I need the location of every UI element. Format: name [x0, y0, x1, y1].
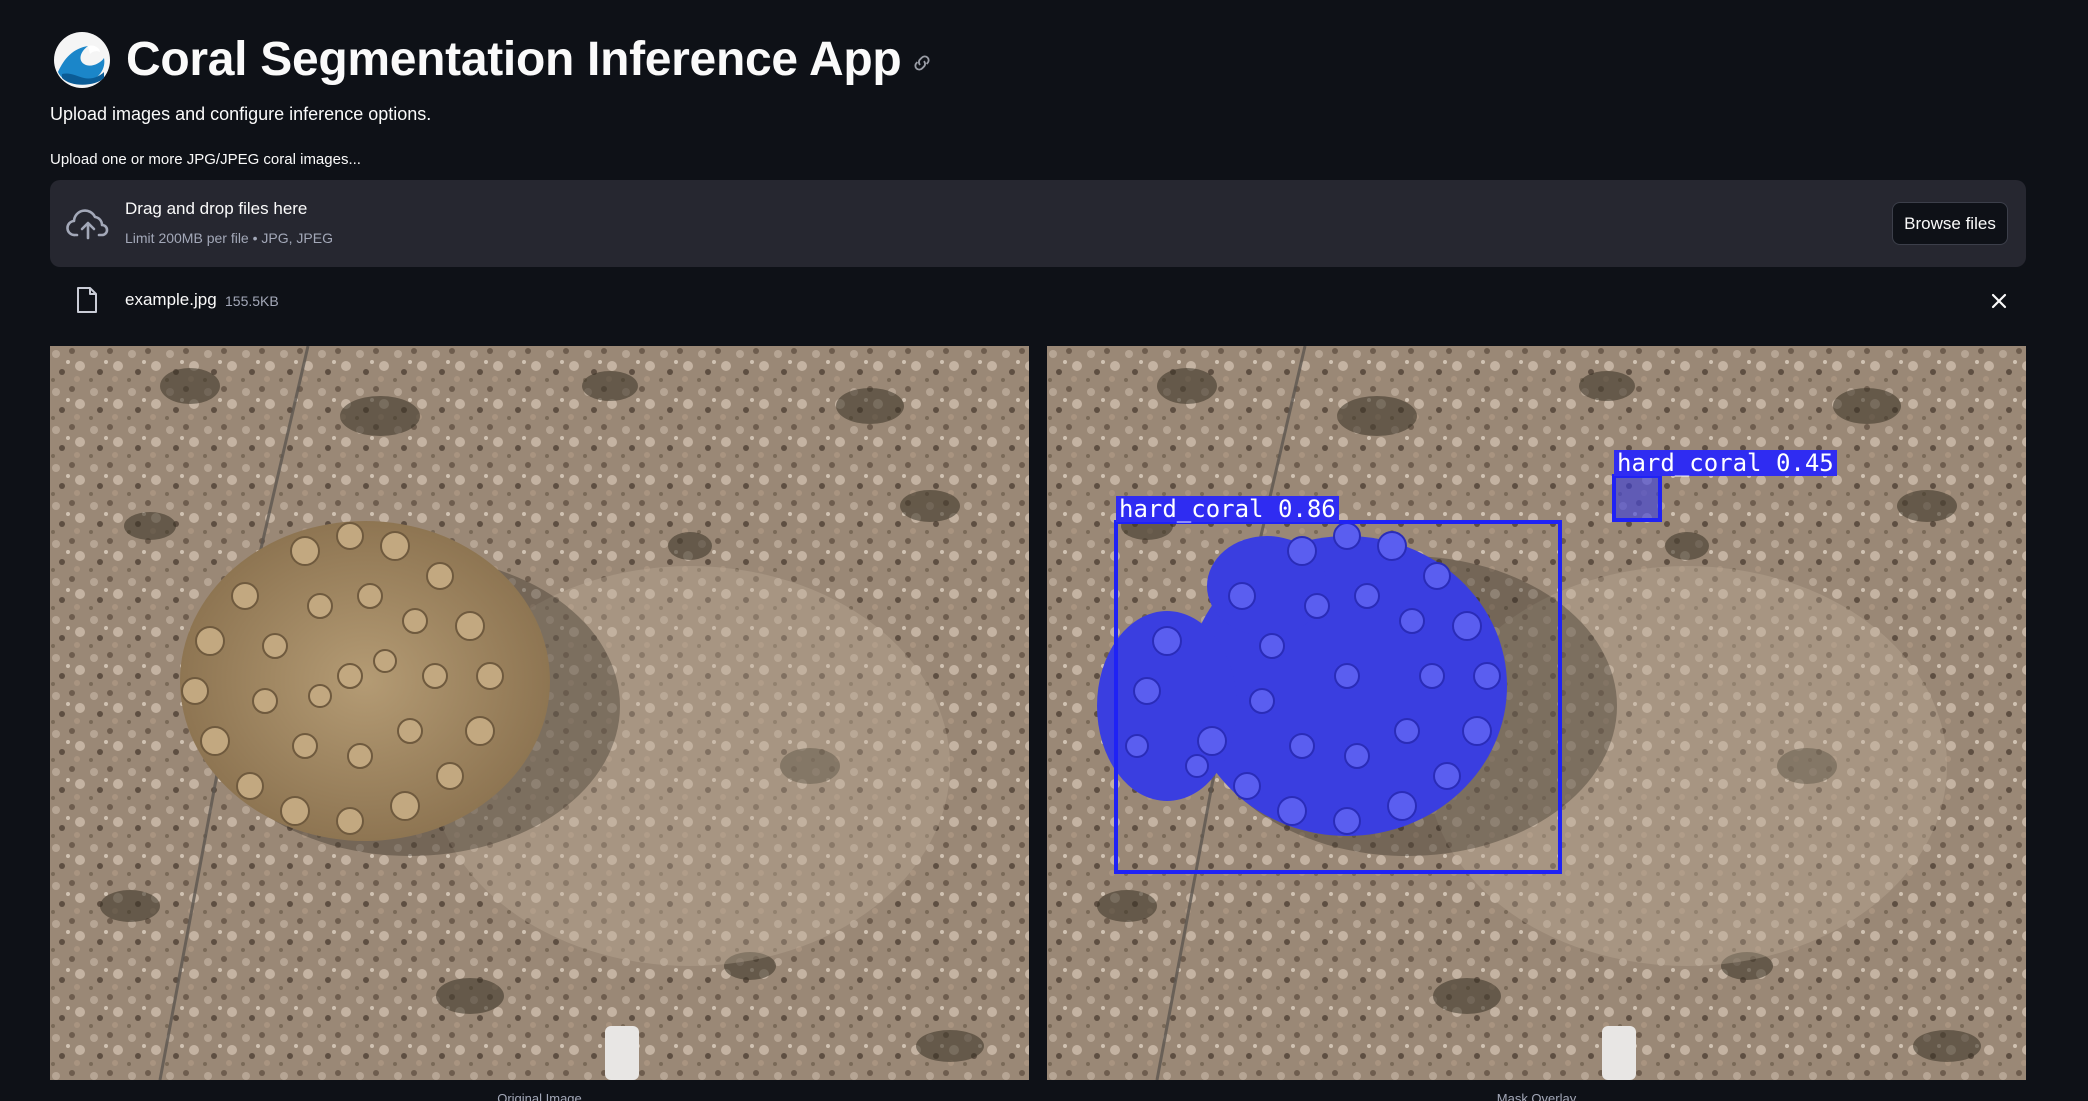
- image-caption: Mask Overlay: [1496, 1091, 1577, 1101]
- dropzone-limit: Limit 200MB per file • JPG, JPEG: [125, 230, 333, 246]
- uploader-label: Upload one or more JPG/JPEG coral images…: [50, 151, 361, 168]
- wave-icon: [54, 32, 110, 88]
- file-name: example.jpg: [125, 290, 217, 309]
- dropzone-instructions: Drag and drop files here: [125, 199, 308, 218]
- detection-label: hard_coral 0.86: [1116, 496, 1339, 522]
- page-subtitle: Upload images and configure inference op…: [50, 104, 432, 124]
- original-image: [50, 346, 1029, 1080]
- file-dropzone[interactable]: Drag and drop files here Limit 200MB per…: [50, 180, 2026, 267]
- mask-overlay-image: hard_coral 0.86 hard_coral 0.45: [1047, 346, 2026, 1080]
- link-icon[interactable]: [911, 52, 933, 74]
- file-icon: [77, 287, 97, 313]
- file-size: 155.5KB: [225, 293, 279, 309]
- cloud-upload-icon: [66, 209, 109, 240]
- image-caption: Original Image: [497, 1091, 582, 1101]
- detection-label: hard_coral 0.45: [1614, 450, 1837, 476]
- browse-files-button[interactable]: Browse files: [1892, 202, 2008, 245]
- app-page: Coral Segmentation Inference App Upload …: [0, 0, 2088, 1101]
- uploaded-file-item: example.jpg 155.5KB: [50, 280, 2026, 322]
- page-title: Coral Segmentation Inference App: [126, 33, 902, 86]
- close-icon[interactable]: [1986, 288, 2012, 314]
- title-row: Coral Segmentation Inference App: [50, 28, 933, 92]
